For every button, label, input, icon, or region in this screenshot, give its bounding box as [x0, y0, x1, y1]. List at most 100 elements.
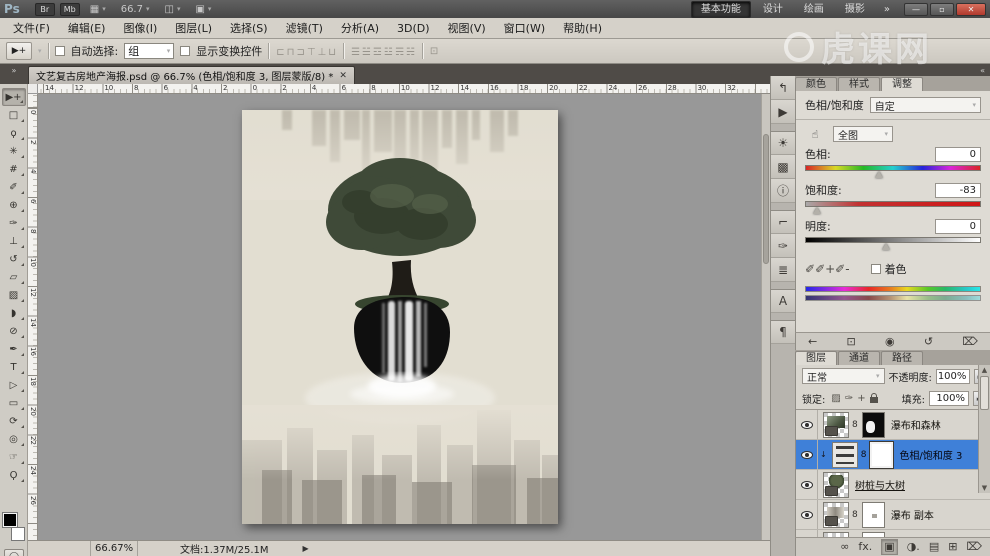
mini-bridge-button[interactable]: Mb: [59, 2, 80, 16]
screen-mode-button[interactable]: ◫ ▾: [159, 4, 185, 15]
panel-tab[interactable]: 颜色: [795, 77, 837, 91]
layers-footer-icon[interactable]: fx.: [858, 540, 872, 554]
colorize-checkbox[interactable]: [870, 264, 881, 274]
show-transform-checkbox[interactable]: [180, 46, 191, 56]
scrollbar-thumb[interactable]: [763, 134, 769, 264]
slider-value-input[interactable]: 0: [935, 218, 981, 234]
bridge-button[interactable]: Br: [34, 2, 55, 16]
adjustment-footer-icon[interactable]: ◉: [885, 335, 895, 348]
dock-panel-button[interactable]: ☀: [770, 131, 796, 155]
zoom-level-dropdown[interactable]: 66.7 ▾: [116, 4, 155, 15]
align-icon[interactable]: ⊏: [276, 47, 284, 58]
dock-panel-button[interactable]: ✑: [770, 234, 796, 258]
distribute-icon[interactable]: ☰: [351, 47, 360, 58]
workspace-button[interactable]: 摄影: [836, 2, 874, 17]
layer-name[interactable]: 瀑布和森林: [891, 417, 941, 432]
lock-icon[interactable]: ▨: [831, 393, 840, 404]
zoom-percentage-input[interactable]: 66.67%: [90, 541, 138, 556]
eyedropper-icon[interactable]: ✐+: [815, 262, 835, 276]
layer-visibility-toggle[interactable]: [796, 470, 818, 499]
tool-button[interactable]: ☞: [2, 448, 26, 466]
tool-button[interactable]: ▶+: [1, 88, 26, 106]
adjustment-footer-icon[interactable]: ←: [808, 335, 817, 348]
layers-footer-icon[interactable]: ▤: [929, 540, 939, 554]
layer-visibility-toggle[interactable]: [796, 440, 818, 469]
tool-button[interactable]: ▱: [2, 268, 26, 286]
toolbar-collapse-chevron[interactable]: »: [0, 64, 28, 78]
close-button[interactable]: ✕: [956, 2, 986, 16]
align-icon[interactable]: ⊥: [318, 47, 327, 58]
tool-button[interactable]: #: [2, 160, 26, 178]
auto-select-dropdown[interactable]: 组 ▾: [124, 43, 175, 59]
layers-scrollbar[interactable]: ▲ ▼: [978, 365, 990, 493]
menu-item[interactable]: 3D(D): [388, 18, 439, 39]
tool-button[interactable]: ✑: [2, 214, 26, 232]
quick-mask-button[interactable]: ◯: [4, 549, 24, 556]
menu-item[interactable]: 滤镜(T): [277, 18, 332, 39]
layer-visibility-toggle[interactable]: [796, 500, 818, 529]
menu-item[interactable]: 分析(A): [332, 18, 388, 39]
workspace-button[interactable]: 基本功能: [690, 0, 751, 18]
dock-panel-button[interactable]: ≣: [770, 258, 796, 282]
scrollbar-thumb[interactable]: [980, 376, 989, 410]
layers-footer-icon[interactable]: ▣: [881, 539, 898, 555]
layer-name[interactable]: 色相/饱和度 3: [899, 447, 962, 462]
slider-thumb[interactable]: [813, 207, 822, 214]
align-icon[interactable]: ⊓: [287, 47, 295, 58]
tool-button[interactable]: Ϙ: [2, 466, 26, 484]
view-extras-button[interactable]: ▣ ▾: [190, 4, 216, 15]
色相/饱和度 3[interactable]: ↓ 8 色相/饱和度 3: [796, 440, 990, 470]
menu-item[interactable]: 图层(L): [166, 18, 221, 39]
瀑布[interactable]: 8 瀑布: [796, 530, 990, 537]
panel-tab[interactable]: 通道: [838, 351, 880, 365]
panel-tab[interactable]: 样式: [838, 77, 880, 91]
blend-mode-dropdown[interactable]: 正常 ▾: [802, 368, 885, 384]
layer-mask-thumbnail[interactable]: [861, 501, 885, 528]
slider-track[interactable]: [805, 237, 981, 243]
background-color-swatch[interactable]: [11, 527, 25, 541]
tool-button[interactable]: ▭: [2, 394, 26, 412]
layers-footer-icon[interactable]: ∞: [840, 540, 849, 554]
distribute-icon[interactable]: ☲: [373, 47, 382, 58]
layers-footer-icon[interactable]: ⊞: [948, 540, 957, 554]
dock-panel-button[interactable]: ¶: [770, 320, 796, 344]
slider-track[interactable]: [805, 201, 981, 207]
tool-button[interactable]: ▨: [2, 286, 26, 304]
layer-thumbnail[interactable]: [823, 471, 849, 498]
auto-align-icon[interactable]: ⊡: [430, 46, 438, 57]
tool-button[interactable]: ϙ: [2, 124, 26, 142]
menu-item[interactable]: 视图(V): [439, 18, 495, 39]
distribute-icon[interactable]: ☳: [384, 47, 393, 58]
status-options-arrow[interactable]: ▶: [303, 544, 309, 553]
workspace-button[interactable]: 绘画: [795, 2, 833, 17]
document-tab[interactable]: 文艺复古房地产海报.psd @ 66.7% (色相/饱和度 3, 图层蒙版/8)…: [28, 66, 355, 84]
close-tab-icon[interactable]: ✕: [339, 71, 347, 81]
layer-thumbnail[interactable]: [823, 411, 849, 438]
tool-button[interactable]: □: [2, 106, 26, 124]
tool-button[interactable]: ◗: [2, 304, 26, 322]
scroll-up-arrow[interactable]: ▲: [982, 366, 987, 374]
distribute-icon[interactable]: ☱: [362, 47, 371, 58]
layer-mask-thumbnail[interactable]: [861, 411, 885, 438]
align-icon[interactable]: ⊐: [296, 47, 304, 58]
dock-panel-button[interactable]: ▶: [770, 100, 796, 124]
auto-select-checkbox[interactable]: [54, 46, 65, 56]
workspace-button[interactable]: 设计: [754, 2, 792, 17]
on-image-adjustment-icon[interactable]: ☝: [805, 126, 825, 142]
tool-button[interactable]: ▷: [2, 376, 26, 394]
tool-button[interactable]: ⊥: [2, 232, 26, 250]
eyedropper-icon[interactable]: ✐-: [835, 262, 849, 276]
menu-item[interactable]: 帮助(H): [554, 18, 611, 39]
tool-button[interactable]: ✒: [2, 340, 26, 358]
树桩与大树[interactable]: 树桩与大树: [796, 470, 990, 500]
distribute-icon[interactable]: ☵: [406, 47, 415, 58]
align-icon[interactable]: ⊤: [307, 47, 316, 58]
slider-value-input[interactable]: -83: [935, 182, 981, 198]
adjustment-footer-icon[interactable]: ⊡: [847, 335, 856, 348]
preset-dropdown[interactable]: 自定 ▾: [869, 97, 981, 113]
fill-input[interactable]: 100%: [929, 390, 969, 406]
scroll-down-arrow[interactable]: ▼: [979, 483, 990, 493]
menu-item[interactable]: 窗口(W): [495, 18, 554, 39]
slider-thumb[interactable]: [874, 171, 883, 178]
workspace-overflow-chevron[interactable]: »: [884, 4, 890, 15]
